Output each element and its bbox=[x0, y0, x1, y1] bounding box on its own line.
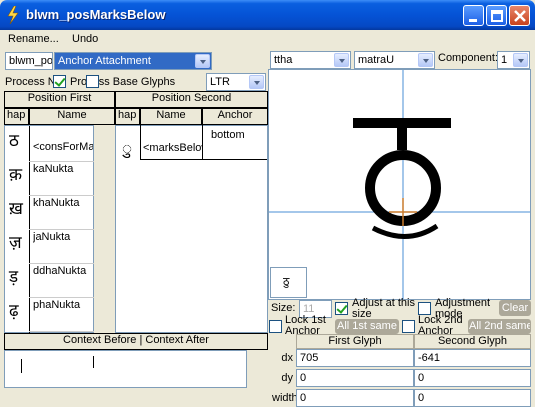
window-title: blwm_posMarksBelow bbox=[26, 7, 166, 22]
row-divider bbox=[140, 159, 267, 160]
glyph-name-cell[interactable]: khaNukta bbox=[33, 197, 93, 209]
context-before-cursor bbox=[21, 359, 22, 373]
cell-divider bbox=[202, 125, 203, 159]
glyph-name-cell[interactable]: kaNukta bbox=[33, 163, 93, 175]
component-select[interactable]: 1 bbox=[497, 51, 530, 69]
grid-row-label: dx bbox=[281, 352, 293, 364]
position-second-list[interactable] bbox=[115, 125, 268, 333]
chevron-down-icon bbox=[513, 53, 528, 67]
glyph-thumbnail[interactable]: ठु bbox=[270, 267, 307, 298]
first-value-field[interactable]: 705 bbox=[296, 349, 414, 367]
glyph-cell: ज़ bbox=[9, 233, 22, 253]
glyph-name-cell[interactable]: <consForMa bbox=[33, 141, 93, 153]
row-divider bbox=[29, 297, 94, 298]
close-button[interactable] bbox=[509, 5, 530, 26]
grid-row-label: dy bbox=[281, 372, 293, 384]
menu-undo[interactable]: Undo bbox=[72, 33, 98, 45]
maximize-icon bbox=[491, 10, 503, 22]
second-value-field[interactable]: -641 bbox=[414, 349, 531, 367]
row-divider bbox=[29, 331, 94, 332]
chevron-down-icon bbox=[418, 53, 433, 67]
process-checkbox[interactable] bbox=[53, 75, 66, 88]
chevron-down-icon bbox=[249, 75, 264, 89]
grid-col-first: First Glyph bbox=[296, 334, 414, 349]
adjust-size-checkbox[interactable] bbox=[335, 302, 348, 315]
maximize-button[interactable] bbox=[486, 5, 507, 26]
process-base-checkbox[interactable] bbox=[86, 75, 99, 88]
second-glyph-select[interactable]: matraU bbox=[354, 51, 435, 69]
base-glyph bbox=[353, 118, 451, 226]
chevron-down-icon bbox=[334, 53, 349, 67]
row-divider bbox=[29, 161, 94, 162]
all-second-same-button[interactable]: All 2nd same bbox=[468, 319, 531, 334]
second-col-anchor[interactable]: Anchor bbox=[202, 108, 268, 125]
size-label: Size: bbox=[271, 302, 296, 314]
glyph-cell: ड़ bbox=[9, 267, 19, 287]
anchor-name-cell[interactable]: bottom bbox=[211, 129, 266, 141]
adjust-size-label: Adjust at this size bbox=[352, 297, 415, 320]
context-after-cursor bbox=[93, 356, 94, 368]
grid-row-label: width bbox=[272, 392, 296, 404]
glyph-name-cell[interactable]: <marksBelow bbox=[143, 142, 203, 154]
row-divider bbox=[29, 229, 94, 230]
lookup-name-field[interactable]: blwm_po bbox=[5, 52, 53, 70]
row-divider bbox=[29, 263, 94, 264]
first-value-field[interactable]: 0 bbox=[296, 369, 414, 387]
glyph-preview-canvas[interactable]: ठु bbox=[268, 69, 531, 300]
lock-first-anchor-checkbox[interactable] bbox=[269, 320, 282, 333]
grid-col-second: Second Glyph bbox=[414, 334, 531, 349]
cell-divider bbox=[140, 125, 141, 159]
glyph-name-cell[interactable]: jaNukta bbox=[33, 231, 93, 243]
glyph-cell: ख़ bbox=[9, 199, 23, 219]
chevron-down-icon bbox=[195, 54, 210, 68]
lookup-type-select[interactable]: Anchor Attachment bbox=[54, 52, 212, 70]
app-icon bbox=[6, 5, 20, 25]
menu-rename[interactable]: Rename... bbox=[8, 33, 59, 45]
minimize-button[interactable] bbox=[463, 5, 484, 26]
first-value-field[interactable]: 0 bbox=[296, 389, 414, 407]
process-label: Process N bbox=[5, 76, 53, 88]
glyph-name-cell[interactable]: phaNukta bbox=[33, 299, 93, 311]
context-header: Context Before | Context After bbox=[4, 333, 268, 350]
minimize-icon bbox=[469, 19, 477, 22]
close-icon bbox=[514, 10, 526, 22]
second-value-field[interactable]: 0 bbox=[414, 389, 531, 407]
second-col-name[interactable]: Name bbox=[140, 108, 202, 125]
first-col-name[interactable]: Name bbox=[29, 108, 115, 125]
position-first-header: Position First bbox=[4, 91, 115, 108]
clear-button[interactable]: Clear bbox=[499, 300, 531, 316]
mark-glyph bbox=[371, 223, 439, 239]
glyph-name-cell[interactable]: ddhaNukta bbox=[33, 265, 93, 277]
first-list-scrollbar[interactable] bbox=[94, 125, 111, 333]
glyph-cell: क़ bbox=[9, 165, 23, 185]
glyph-cell: ठ bbox=[9, 131, 19, 151]
component-label: Component: bbox=[438, 52, 498, 64]
second-value-field[interactable]: 0 bbox=[414, 369, 531, 387]
context-list[interactable] bbox=[4, 350, 247, 388]
first-glyph-select[interactable]: ttha bbox=[270, 51, 351, 69]
position-second-header: Position Second bbox=[115, 91, 268, 108]
direction-select[interactable]: LTR bbox=[206, 73, 266, 91]
lock-second-anchor-checkbox[interactable] bbox=[402, 320, 415, 333]
first-col-glyph[interactable]: hap bbox=[4, 108, 29, 125]
glyph-cell: ढ़ bbox=[9, 301, 19, 321]
all-first-same-button[interactable]: All 1st same bbox=[335, 319, 399, 334]
context-scrollbar[interactable] bbox=[248, 350, 268, 388]
row-divider bbox=[29, 195, 94, 196]
second-col-glyph[interactable]: hap bbox=[115, 108, 140, 125]
glyph-cell: ु bbox=[122, 139, 133, 159]
